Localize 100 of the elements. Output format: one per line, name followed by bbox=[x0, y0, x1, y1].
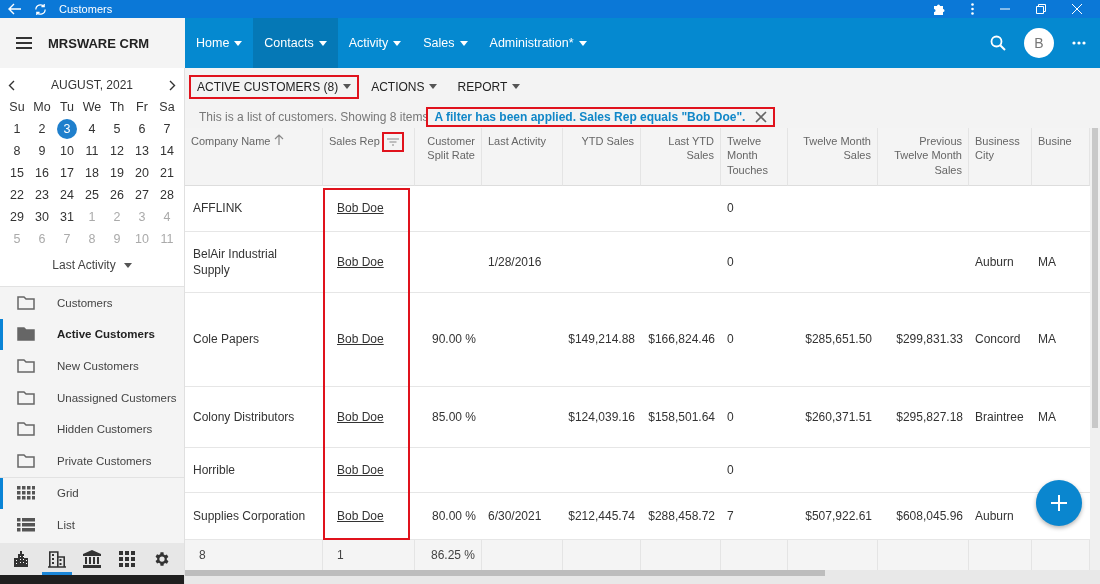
calendar-day[interactable]: 13 bbox=[129, 140, 155, 162]
column-header[interactable]: Customer Split Rate bbox=[415, 128, 482, 186]
calendar-day[interactable]: 31 bbox=[54, 206, 80, 228]
puzzle-icon[interactable] bbox=[933, 3, 945, 15]
plus-icon bbox=[1051, 495, 1067, 511]
column-header[interactable]: Sales Rep bbox=[323, 128, 415, 186]
caret-icon bbox=[578, 40, 587, 46]
nav-menu-item[interactable]: Activity bbox=[337, 18, 413, 68]
nav-menu-item[interactable]: Contacts bbox=[253, 18, 338, 68]
column-header[interactable]: Last Activity bbox=[482, 128, 563, 186]
folder-icon bbox=[17, 422, 35, 437]
calendar-month: AUGUST, 2021 bbox=[50, 78, 133, 92]
calendar-day[interactable]: 29 bbox=[4, 206, 30, 228]
calendar-day[interactable]: 25 bbox=[79, 184, 105, 206]
table-cell: Cole Papers bbox=[193, 331, 260, 348]
calendar-day[interactable]: 21 bbox=[154, 162, 180, 184]
column-header[interactable]: Twelve Month Touches bbox=[721, 128, 788, 186]
calendar-day[interactable]: 11 bbox=[79, 140, 105, 162]
table-cell: 85.00 % bbox=[431, 408, 476, 426]
calendar-day[interactable]: 22 bbox=[4, 184, 30, 206]
sales-rep-link[interactable]: Bob Doe bbox=[337, 200, 384, 217]
sales-rep-link[interactable]: Bob Doe bbox=[337, 253, 384, 271]
back-icon[interactable] bbox=[8, 3, 22, 15]
next-month-icon[interactable] bbox=[169, 79, 176, 91]
calendar-day[interactable]: 2 bbox=[29, 118, 55, 140]
toolbar-dropdown[interactable]: ACTIONS bbox=[365, 76, 444, 97]
weekday-label: Th bbox=[108, 99, 126, 116]
calendar-day[interactable]: 5 bbox=[104, 118, 130, 140]
column-header[interactable]: Twelve Month Sales bbox=[788, 128, 878, 186]
search-icon[interactable] bbox=[990, 35, 1006, 51]
nav-menu-item[interactable]: Home bbox=[185, 18, 254, 68]
apps-icon bbox=[119, 551, 136, 567]
column-header[interactable]: Previous Twelve Month Sales bbox=[878, 128, 969, 186]
table-cell: 0 bbox=[727, 331, 734, 348]
calendar-day[interactable]: 27 bbox=[129, 184, 155, 206]
caret-icon bbox=[234, 40, 243, 46]
folder-item[interactable]: Hidden Customers bbox=[0, 413, 184, 445]
folder-item[interactable]: Customers bbox=[0, 287, 184, 319]
calendar-day[interactable]: 28 bbox=[154, 184, 180, 206]
folder-icon bbox=[17, 390, 35, 405]
restore-icon[interactable] bbox=[1036, 4, 1046, 14]
calendar-day[interactable]: 9 bbox=[29, 140, 55, 162]
calendar-day[interactable]: 6 bbox=[129, 118, 155, 140]
calendar-day[interactable]: 12 bbox=[104, 140, 130, 162]
calendar-day[interactable]: 30 bbox=[29, 206, 55, 228]
calendar-day[interactable]: 26 bbox=[104, 184, 130, 206]
filter-notice-link[interactable]: A filter has been applied. Sales Rep equals "Bob Doe". bbox=[428, 108, 774, 125]
calendar-day[interactable]: 20 bbox=[129, 162, 155, 184]
column-header[interactable]: Busine bbox=[1032, 128, 1090, 186]
table-cell: 0 bbox=[727, 200, 734, 217]
column-header[interactable]: YTD Sales bbox=[563, 128, 641, 186]
calendar-day[interactable]: 24 bbox=[54, 184, 80, 206]
folder-icon bbox=[17, 327, 35, 342]
close-icon[interactable] bbox=[755, 110, 768, 123]
calendar-day[interactable]: 1 bbox=[4, 118, 30, 140]
window-title: Customers bbox=[59, 3, 113, 15]
user-avatar[interactable]: B bbox=[1024, 28, 1054, 58]
calendar-day[interactable]: 19 bbox=[104, 162, 130, 184]
toolbar-dropdown[interactable]: REPORT bbox=[451, 76, 527, 97]
folder-item[interactable]: Unassigned Customers bbox=[0, 381, 184, 414]
app-name: MRSWARE CRM bbox=[48, 35, 150, 51]
table-cell: $149,214.88 bbox=[568, 331, 635, 348]
previous-month-icon[interactable] bbox=[8, 79, 15, 91]
view-item[interactable]: List bbox=[0, 509, 184, 541]
table-cell: $288,458.72 bbox=[648, 507, 715, 525]
menu-icon[interactable] bbox=[16, 37, 32, 49]
calendar-day[interactable]: 18 bbox=[79, 162, 105, 184]
calendar-day[interactable]: 7 bbox=[154, 118, 180, 140]
bank-icon bbox=[82, 550, 101, 568]
sort-ascending-icon[interactable] bbox=[274, 134, 285, 145]
sales-rep-link[interactable]: Bob Doe bbox=[337, 461, 384, 479]
table-cell: 0 bbox=[727, 253, 734, 271]
column-header[interactable]: Company Name bbox=[185, 128, 323, 186]
folder-item[interactable]: New Customers bbox=[0, 350, 184, 382]
calendar-day[interactable]: 17 bbox=[54, 162, 80, 184]
filter-icon[interactable] bbox=[383, 134, 402, 150]
sales-rep-link[interactable]: Bob Doe bbox=[337, 408, 384, 426]
calendar-day[interactable]: 16 bbox=[29, 162, 55, 184]
calendar-day[interactable]: 23 bbox=[29, 184, 55, 206]
calendar-day[interactable]: 10 bbox=[54, 140, 80, 162]
sales-rep-link[interactable]: Bob Doe bbox=[337, 507, 384, 525]
weekday-label: Tu bbox=[58, 99, 76, 116]
calendar-day[interactable]: 14 bbox=[154, 140, 180, 162]
calendar-day[interactable]: 8 bbox=[4, 140, 30, 162]
folder-item[interactable]: Private Customers bbox=[0, 444, 184, 477]
date-field-dropdown[interactable]: Last Activity bbox=[6, 250, 178, 286]
more-icon[interactable] bbox=[971, 3, 974, 15]
calendar-day[interactable]: 3 bbox=[57, 119, 77, 139]
calendar-day[interactable]: 4 bbox=[79, 118, 105, 140]
toolbar-dropdown[interactable]: ACTIVE CUSTOMERS (8) bbox=[191, 76, 358, 97]
calendar-day[interactable]: 15 bbox=[4, 162, 30, 184]
nav-menu-item[interactable]: Administration* bbox=[478, 18, 598, 68]
column-header[interactable]: Business City bbox=[969, 128, 1032, 186]
horizontal-scrollbar[interactable] bbox=[185, 570, 1100, 584]
more-icon[interactable] bbox=[1072, 41, 1086, 45]
refresh-icon[interactable] bbox=[34, 2, 47, 16]
nav-menu-item[interactable]: Sales bbox=[412, 18, 479, 68]
column-header[interactable]: Last YTD Sales bbox=[641, 128, 721, 186]
sales-rep-link[interactable]: Bob Doe bbox=[337, 331, 384, 348]
table-cell: AFFLINK bbox=[193, 200, 243, 217]
